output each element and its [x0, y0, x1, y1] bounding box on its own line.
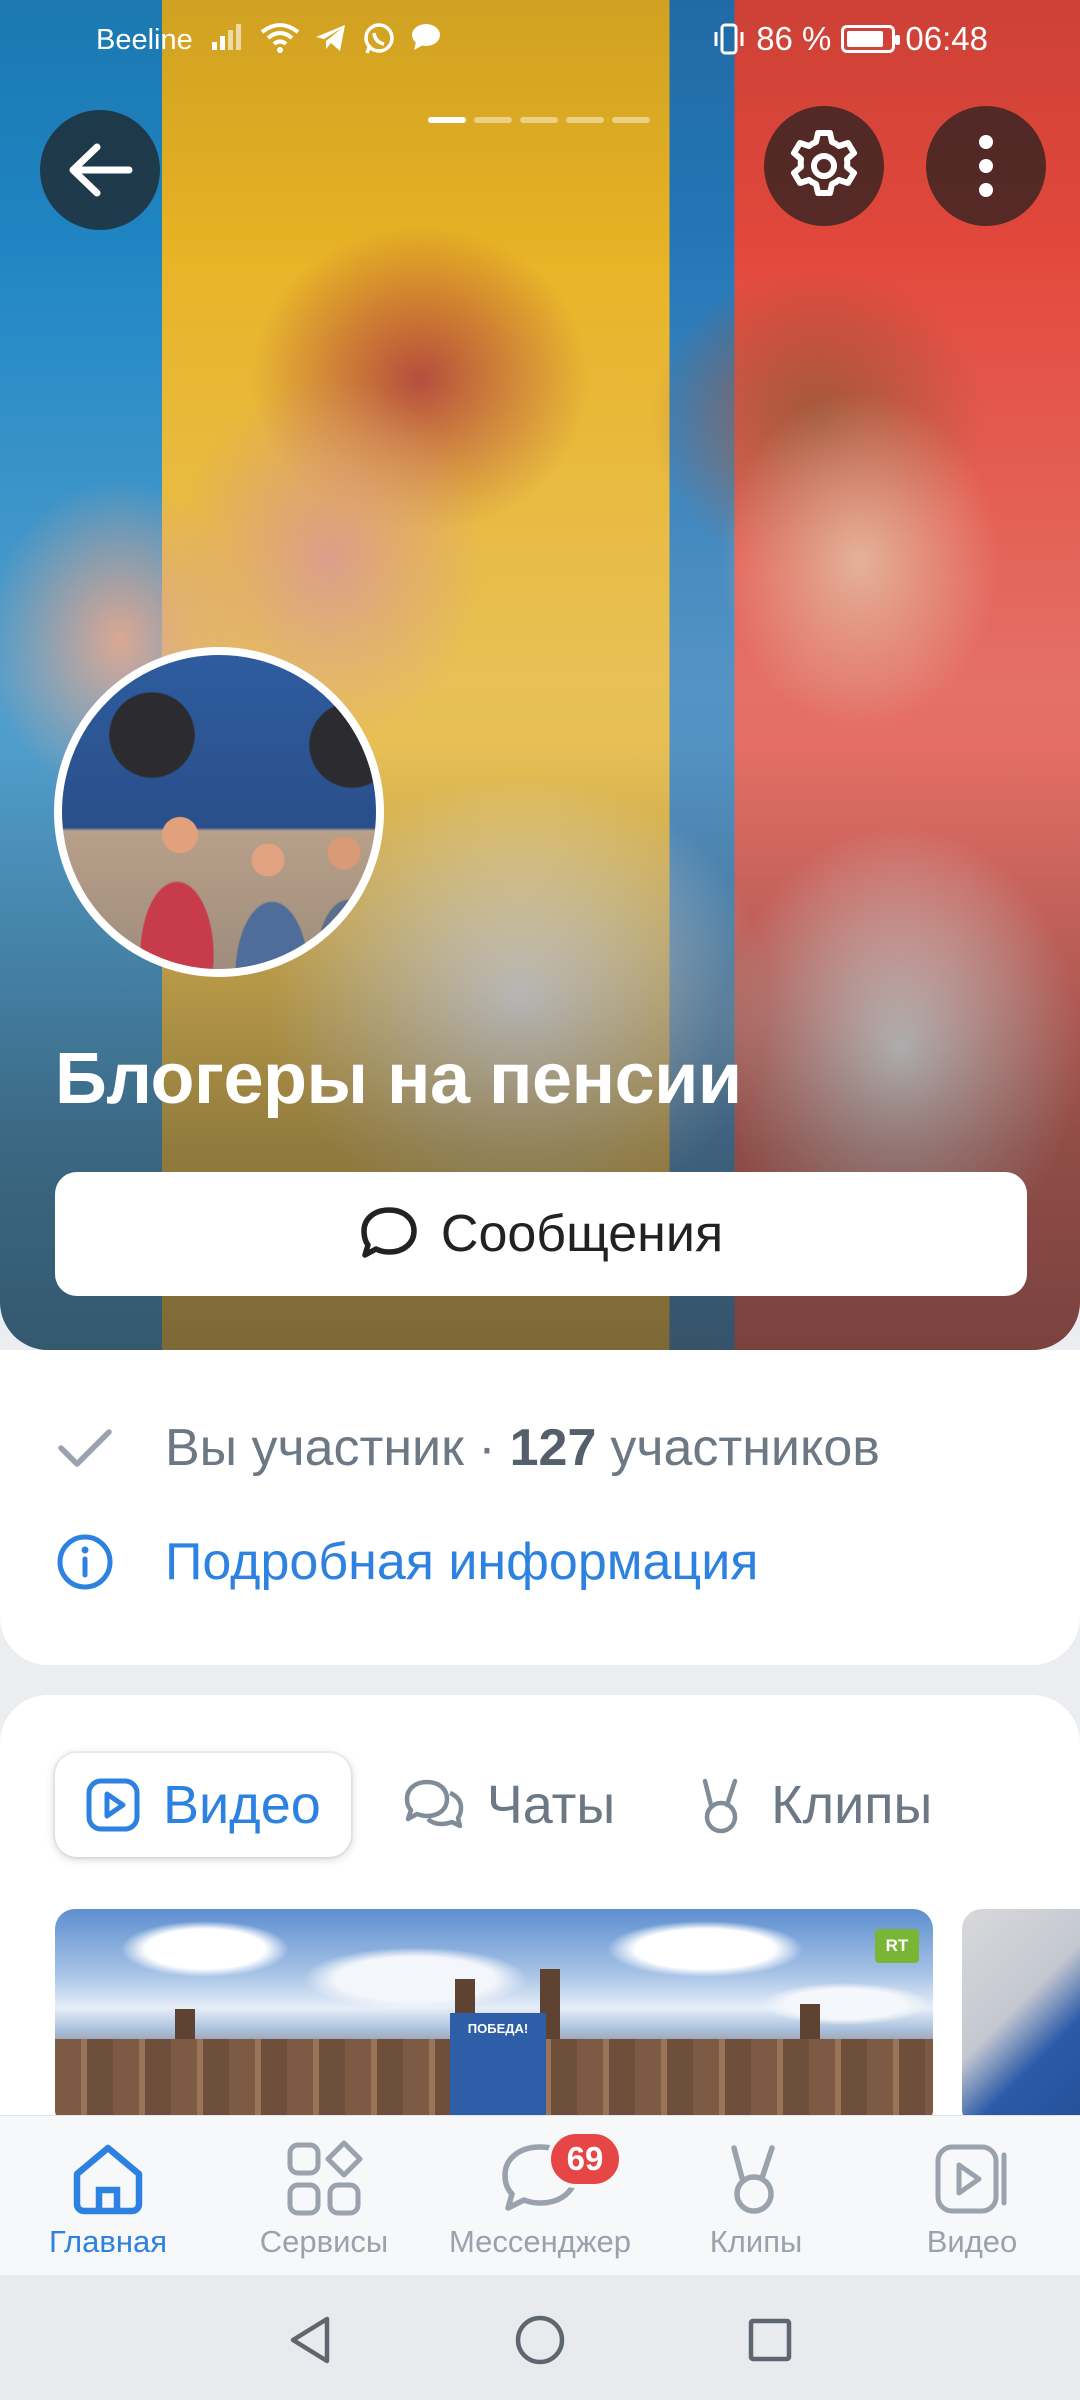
tab-chats[interactable]: Чаты: [373, 1753, 645, 1857]
nav-services[interactable]: Сервисы: [216, 2116, 432, 2276]
battery-percent: 86 %: [756, 20, 832, 57]
member-count: 127: [509, 1419, 597, 1477]
tab-clips-label: Клипы: [771, 1775, 933, 1835]
back-arrow-icon: [69, 143, 133, 197]
battery-icon: [841, 25, 901, 53]
status-bar: Beeline 86 % 06:48: [0, 0, 1080, 80]
nav-video-label: Видео: [926, 2224, 1018, 2259]
chat-bubble-icon: [412, 24, 440, 50]
nav-home-label: Главная: [49, 2224, 167, 2259]
circle-home-icon: [515, 2315, 565, 2365]
nav-clips[interactable]: Клипы: [648, 2116, 864, 2276]
system-home-button[interactable]: [505, 2305, 575, 2375]
nav-messenger-label: Мессенджер: [448, 2224, 632, 2259]
page-dot: [612, 117, 650, 123]
page-dot: [474, 117, 512, 123]
group-name: Блогеры на пенсии: [55, 1039, 742, 1119]
whatsapp-icon: [364, 23, 394, 54]
system-navigation-bar: [0, 2275, 1080, 2400]
clips-icon: [731, 2145, 775, 2214]
settings-button[interactable]: [764, 106, 884, 226]
unread-badge: 69: [547, 2130, 623, 2188]
video-icon: [935, 2144, 1007, 2214]
page-dot: [566, 117, 604, 123]
signal-icon: [212, 24, 241, 50]
clock: 06:48: [905, 20, 988, 57]
more-vertical-icon: [979, 135, 993, 197]
details-link-label: Подробная информация: [165, 1533, 759, 1591]
cover-page-indicator: [428, 117, 650, 123]
tab-chats-label: Чаты: [486, 1775, 616, 1835]
content-section: Видео Чаты Клипы ПОБЕДА! RT: [0, 1695, 1080, 2115]
nav-home[interactable]: Главная: [0, 2116, 216, 2276]
system-recents-button[interactable]: [735, 2305, 805, 2375]
page-dot: [520, 117, 558, 123]
status-right: 86 % 06:48: [712, 20, 988, 58]
page-dot: [428, 117, 466, 123]
info-icon: [55, 1532, 115, 1592]
carrier-name: Beeline: [96, 24, 193, 56]
thumbnail-banner: ПОБЕДА!: [450, 2013, 546, 2115]
tab-clips[interactable]: Клипы: [667, 1753, 962, 1857]
video-icon: [86, 1778, 140, 1832]
tab-video[interactable]: Видео: [55, 1753, 351, 1857]
messages-button-label: Сообщения: [440, 1205, 724, 1263]
status-notification-icons: [210, 22, 442, 56]
nav-messenger[interactable]: 69 Мессенджер: [432, 2116, 648, 2276]
more-options-button[interactable]: [926, 106, 1046, 226]
channel-badge: RT: [875, 1929, 919, 1963]
tab-video-label: Видео: [163, 1775, 321, 1835]
wifi-icon: [260, 23, 300, 53]
member-status: Вы участник ·: [165, 1419, 496, 1477]
home-icon: [73, 2144, 143, 2215]
clips-icon: [702, 1778, 738, 1834]
telegram-icon: [316, 25, 345, 51]
chats-icon: [404, 1779, 464, 1829]
vibrate-icon: [714, 23, 744, 55]
nav-video[interactable]: Видео: [864, 2116, 1080, 2276]
member-word: участников: [610, 1419, 880, 1477]
bottom-navigation: Главная Сервисы 69 Мессенджер Клипы Виде…: [0, 2115, 1080, 2275]
system-back-button[interactable]: [275, 2305, 345, 2375]
back-button[interactable]: [40, 110, 160, 230]
group-avatar[interactable]: [54, 647, 384, 977]
message-bubble-icon: [361, 1207, 417, 1258]
checkmark-icon: [55, 1418, 115, 1478]
messages-button[interactable]: Сообщения: [55, 1172, 1027, 1296]
details-link[interactable]: Подробная информация: [55, 1532, 758, 1592]
nav-clips-label: Клипы: [709, 2224, 803, 2259]
video-thumbnail[interactable]: ПОБЕДА! RT: [55, 1909, 933, 2115]
gear-icon: [791, 130, 857, 196]
services-icon: [287, 2140, 363, 2216]
membership-row[interactable]: Вы участник · 127 участников: [55, 1418, 880, 1478]
video-thumbnail-next[interactable]: [962, 1909, 1080, 2115]
battery-fill: [847, 31, 884, 47]
content-tabs: Видео Чаты Клипы: [55, 1753, 962, 1857]
triangle-back-icon: [290, 2316, 330, 2364]
group-info-card: Вы участник · 127 участников Подробная и…: [0, 1350, 1080, 1665]
nav-services-label: Сервисы: [259, 2224, 389, 2259]
square-recents-icon: [748, 2318, 792, 2362]
